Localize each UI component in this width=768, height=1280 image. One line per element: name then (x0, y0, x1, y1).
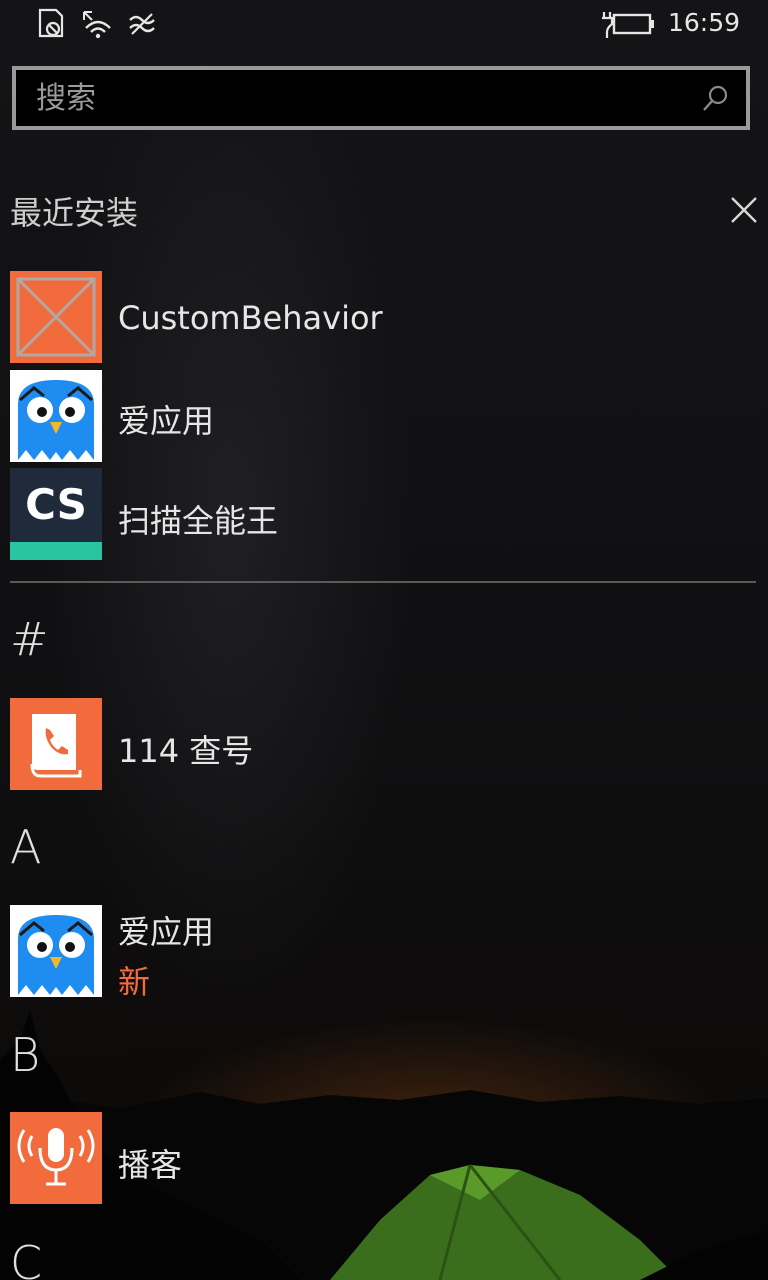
recent-section-title: 最近安装 (10, 194, 139, 232)
cs-logo-icon: CS (25, 480, 87, 529)
close-icon[interactable] (728, 194, 760, 226)
wifi-icon (83, 11, 111, 39)
app-tile (10, 698, 102, 790)
app-name: CustomBehavior (118, 299, 383, 337)
search-icon[interactable] (700, 84, 730, 114)
no-sim-icon (38, 8, 64, 38)
recent-app-camscanner[interactable]: CS 扫描全能王 (10, 468, 750, 560)
recent-app-custombehavior[interactable]: CustomBehavior (10, 271, 750, 363)
app-tile (10, 370, 102, 462)
app-list-screen: 16:59 最近安装 CustomBehavior (0, 0, 768, 1280)
app-tile (10, 905, 102, 997)
app-aiyingyong[interactable]: 爱应用 新 (10, 905, 750, 1001)
placeholder-tile-icon (16, 277, 96, 357)
app-name: 114 查号 (118, 732, 254, 770)
app-name: 扫描全能王 (118, 502, 279, 540)
new-badge: 新 (118, 963, 151, 1001)
search-box[interactable] (12, 66, 750, 130)
section-divider (10, 581, 756, 583)
signal-icon (129, 13, 155, 35)
group-header-hash[interactable]: # (10, 612, 49, 666)
app-tile (10, 271, 102, 363)
app-tile (10, 1112, 102, 1204)
recent-app-aiyingyong[interactable]: 爱应用 (10, 370, 750, 462)
cs-logo-stripe (10, 542, 102, 560)
app-name: 爱应用 (118, 402, 215, 440)
search-input[interactable] (36, 70, 676, 126)
owl-icon (18, 915, 94, 995)
battery-charging-icon (602, 12, 654, 38)
status-time: 16:59 (667, 8, 740, 37)
app-name: 爱应用 (118, 913, 215, 951)
app-podcast[interactable]: 播客 (10, 1112, 750, 1204)
app-name: 播客 (118, 1146, 183, 1184)
phone-book-icon (30, 714, 82, 778)
owl-icon (18, 380, 94, 460)
group-header-b[interactable]: B (10, 1028, 40, 1082)
app-tile: CS (10, 468, 102, 560)
group-header-a[interactable]: A (10, 820, 41, 874)
group-header-c[interactable]: C (10, 1236, 42, 1280)
status-bar: 16:59 (0, 0, 768, 50)
app-114-chahao[interactable]: 114 查号 (10, 698, 750, 790)
microphone-icon (17, 1128, 95, 1186)
